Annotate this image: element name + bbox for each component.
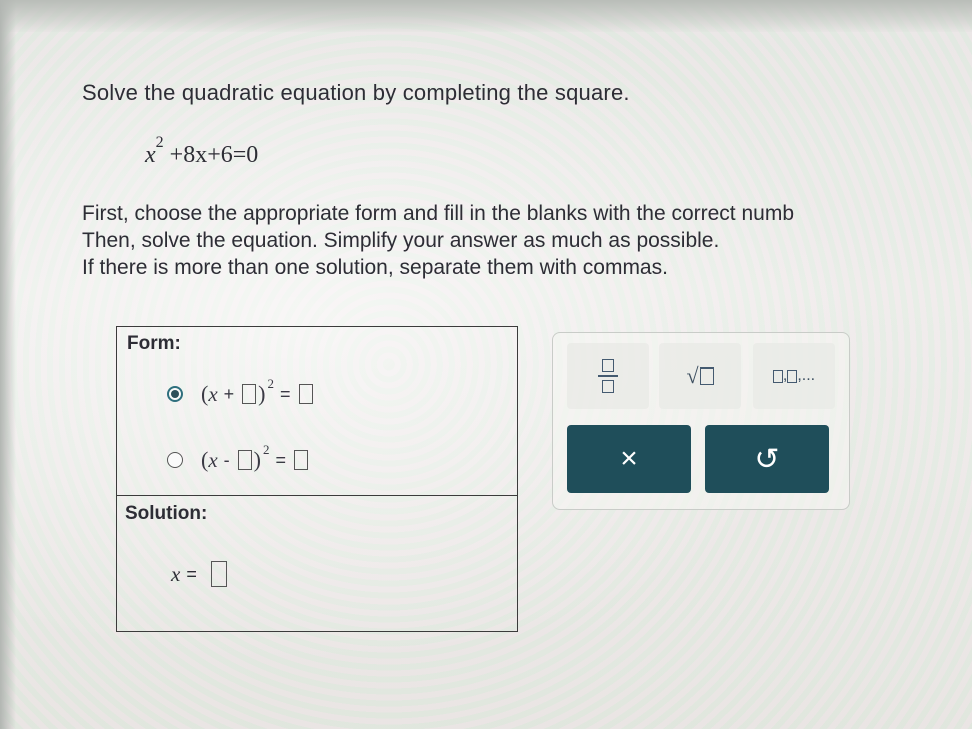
- instruction-line: Then, solve the equation. Simplify your …: [82, 229, 720, 252]
- blank-input-box[interactable]: [294, 450, 308, 470]
- solution-input-box[interactable]: [210, 561, 227, 587]
- close-paren: ): [253, 447, 261, 472]
- list-box-icon: [772, 369, 783, 383]
- blank-input-box[interactable]: [237, 450, 252, 470]
- fraction-button[interactable]: [567, 343, 649, 409]
- form-option-plus[interactable]: ( x + ) 2 =: [167, 376, 315, 407]
- instruction-line: First, choose the appropriate form and f…: [82, 202, 795, 225]
- minus-sign: -: [223, 449, 230, 470]
- instructions: First, choose the appropriate form and f…: [82, 200, 972, 281]
- instruction-line: If there is more than one solution, sepa…: [82, 256, 668, 279]
- answer-panel: Form: ( x + ) 2 = ( x - ) 2 = Solution: …: [116, 326, 518, 632]
- solution-variable: x: [171, 561, 181, 586]
- fraction-icon: [602, 359, 614, 372]
- fraction-bar: [598, 375, 618, 377]
- option-exponent: 2: [262, 442, 270, 457]
- radio-button[interactable]: [167, 452, 183, 468]
- fraction-denominator-box: [602, 380, 614, 393]
- close-paren: ): [258, 381, 266, 406]
- equals-sign: =: [275, 449, 286, 470]
- radio-button-selected[interactable]: [167, 386, 183, 402]
- equals-sign: =: [280, 383, 291, 404]
- list-box-icon: [787, 369, 798, 383]
- blank-input-box[interactable]: [298, 384, 313, 404]
- blank-input-box[interactable]: [242, 384, 257, 404]
- math-keypad: √ ,,... × ↺: [552, 332, 850, 510]
- quadratic-equation: x2 +8x+6=0: [145, 134, 259, 169]
- square-root-button[interactable]: √: [659, 343, 741, 409]
- option-variable: x: [208, 381, 218, 406]
- monitor-bezel-top: [0, 0, 972, 32]
- list-button[interactable]: ,,...: [753, 343, 835, 409]
- equals-sign: =: [186, 563, 197, 584]
- square-root-icon: √: [686, 363, 699, 388]
- monitor-bezel-left: [0, 0, 16, 729]
- question-title: Solve the quadratic equation by completi…: [82, 80, 630, 105]
- equation-rest: +8x+6=0: [169, 142, 259, 168]
- square-root-box: [699, 367, 714, 385]
- list-ellipsis: ,...: [797, 367, 816, 384]
- solution-row: x =: [171, 561, 229, 587]
- equation-exponent: 2: [155, 134, 164, 151]
- form-label: Form:: [127, 333, 181, 354]
- solution-label: Solution:: [125, 503, 208, 524]
- close-icon: ×: [620, 442, 638, 475]
- undo-button[interactable]: ↺: [705, 425, 829, 493]
- form-section: Form: ( x + ) 2 = ( x - ) 2 =: [117, 327, 517, 496]
- option-exponent: 2: [267, 376, 275, 391]
- clear-button[interactable]: ×: [567, 425, 691, 493]
- equation-variable: x: [145, 142, 156, 168]
- plus-sign: +: [223, 383, 235, 404]
- option-variable: x: [208, 447, 218, 472]
- undo-icon: ↺: [754, 442, 780, 476]
- form-option-minus[interactable]: ( x - ) 2 =: [167, 442, 310, 473]
